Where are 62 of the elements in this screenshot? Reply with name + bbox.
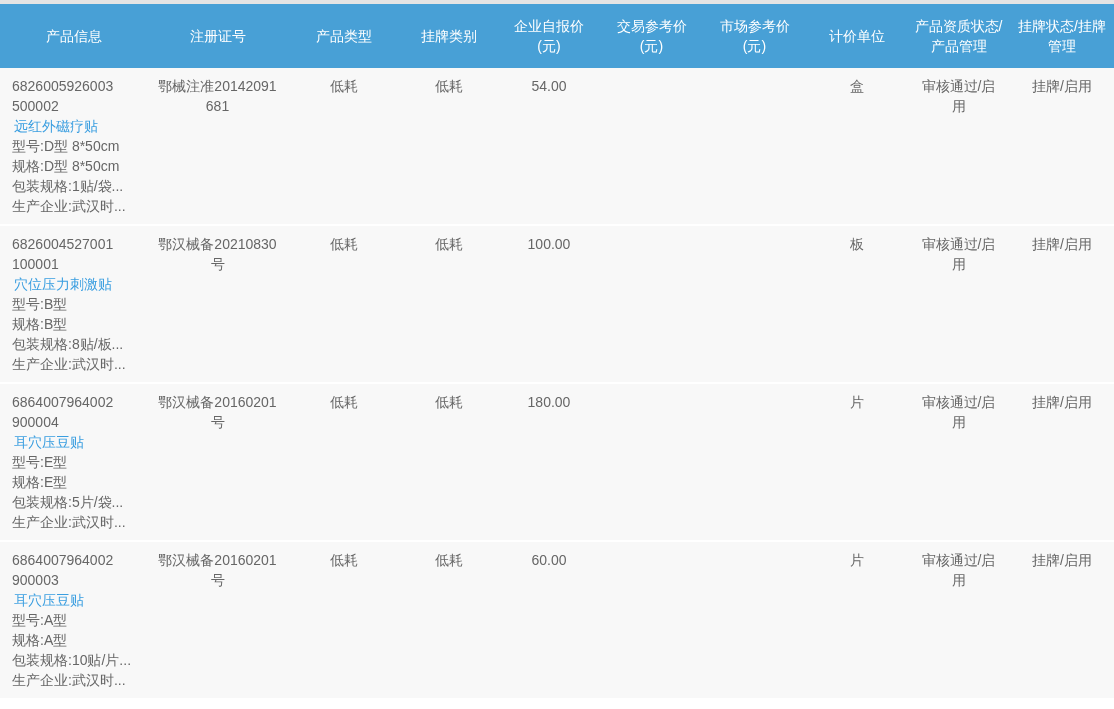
registration-number: 鄂械注准20142091681 [157, 77, 278, 116]
listing-status: 挂牌/启用 [1032, 77, 1092, 96]
product-detail: 生产企业:武汉时... [12, 355, 126, 374]
listing-category: 低耗 [435, 393, 463, 412]
pricing-unit: 片 [849, 551, 864, 570]
listing-category: 低耗 [435, 551, 463, 570]
column-header: 企业自报价(元) [513, 17, 585, 56]
listing-category: 低耗 [435, 77, 463, 96]
product-name-link[interactable]: 远红外磁疗贴 [12, 116, 98, 136]
product-detail: 型号:A型 [12, 611, 68, 630]
product-detail: 规格:D型 8*50cm [12, 157, 120, 176]
product-detail: 包装规格:8贴/板... [12, 335, 124, 354]
product-detail: 生产企业:武汉时... [12, 671, 126, 690]
product-detail: 型号:D型 8*50cm [12, 137, 120, 156]
column-header: 挂牌类别 [421, 27, 477, 46]
column-header: 注册证号 [189, 27, 246, 46]
qualification-status: 审核通过/启用 [920, 393, 997, 432]
listing-status: 挂牌/启用 [1032, 393, 1092, 412]
qualification-status: 审核通过/启用 [920, 77, 997, 116]
column-header: 市场参考价(元) [718, 17, 791, 56]
product-detail: 规格:B型 [12, 315, 68, 334]
listing-status: 挂牌/启用 [1032, 235, 1092, 254]
self-reported-price: 180.00 [527, 393, 571, 412]
column-header: 产品资质状态/产品管理 [913, 17, 1004, 56]
product-name-link[interactable]: 耳穴压豆贴 [12, 590, 84, 610]
registration-number: 鄂汉械备20210830号 [157, 235, 278, 274]
product-name-link[interactable]: 穴位压力刺激贴 [12, 274, 112, 294]
product-code: 6826004527001100001 [12, 235, 115, 274]
product-type: 低耗 [329, 77, 358, 96]
self-reported-price: 54.00 [531, 77, 567, 96]
column-header: 交易参考价(元) [615, 17, 688, 56]
product-type: 低耗 [329, 393, 358, 412]
product-detail: 型号:E型 [12, 453, 68, 472]
product-name-link[interactable]: 耳穴压豆贴 [12, 432, 84, 452]
product-detail: 规格:A型 [12, 631, 68, 650]
product-code: 6826005926003500002 [12, 77, 115, 116]
column-header: 挂牌状态/挂牌管理 [1017, 17, 1107, 56]
qualification-status: 审核通过/启用 [920, 235, 997, 274]
listing-status: 挂牌/启用 [1032, 551, 1092, 570]
registration-number: 鄂汉械备20160201号 [157, 551, 278, 590]
product-type: 低耗 [329, 551, 358, 570]
product-detail: 生产企业:武汉时... [12, 197, 126, 216]
product-detail: 型号:B型 [12, 295, 68, 314]
listing-category: 低耗 [435, 235, 463, 254]
product-detail: 包装规格:1贴/袋... [12, 177, 124, 196]
pricing-unit: 片 [849, 393, 864, 412]
product-code: 6864007964002900004 [12, 393, 115, 432]
pricing-unit: 盒 [849, 77, 864, 96]
self-reported-price: 60.00 [531, 551, 567, 570]
qualification-status: 审核通过/启用 [920, 551, 997, 590]
column-header: 产品信息 [46, 27, 102, 46]
registration-number: 鄂汉械备20160201号 [157, 393, 278, 432]
pricing-unit: 板 [849, 235, 864, 254]
product-code: 6864007964002900003 [12, 551, 115, 590]
column-header: 产品类型 [315, 27, 372, 46]
product-type: 低耗 [329, 235, 358, 254]
self-reported-price: 100.00 [527, 235, 571, 254]
product-detail: 包装规格:5片/袋... [12, 493, 124, 512]
product-detail: 规格:E型 [12, 473, 68, 492]
column-header: 计价单位 [828, 27, 885, 46]
product-detail: 生产企业:武汉时... [12, 513, 126, 532]
product-detail: 包装规格:10贴/片... [12, 651, 132, 670]
